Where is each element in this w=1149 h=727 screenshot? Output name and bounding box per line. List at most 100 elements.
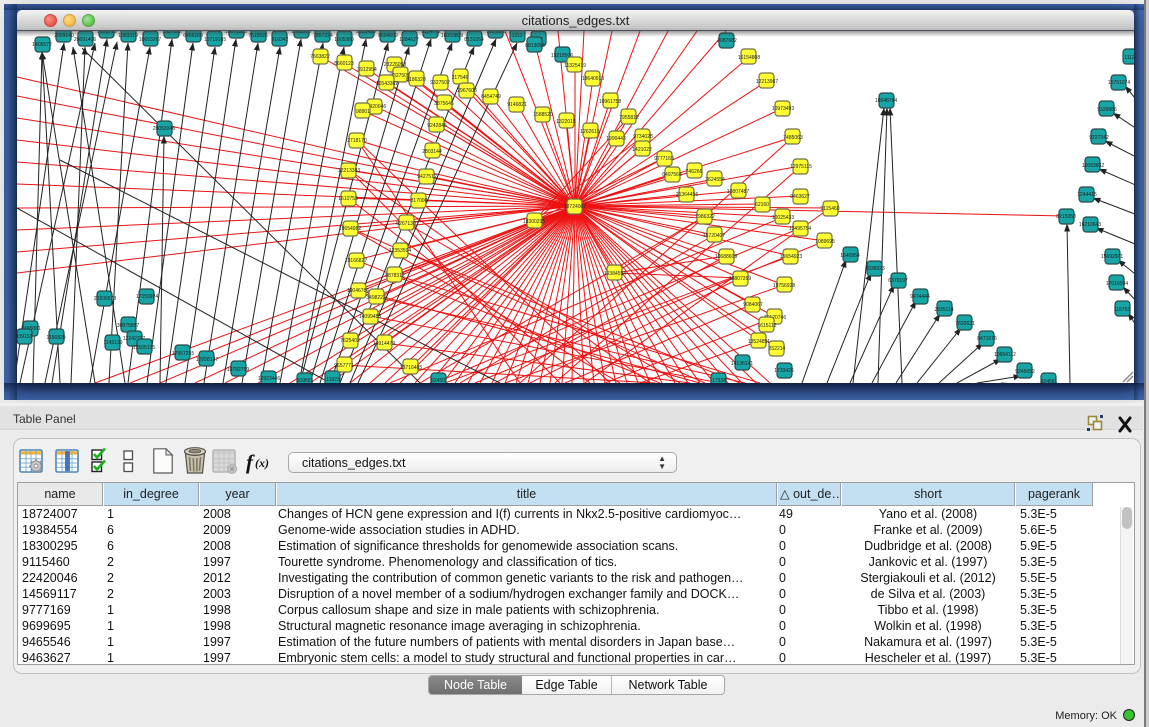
svg-text:10782759: 10782759 <box>227 367 249 373</box>
svg-text:21364456: 21364456 <box>676 192 698 198</box>
svg-text:13716485: 13716485 <box>400 365 422 371</box>
svg-text:16543362: 16543362 <box>376 81 398 87</box>
svg-text:3624554: 3624554 <box>705 177 725 183</box>
svg-text:1421022: 1421022 <box>632 147 652 153</box>
svg-text:16210643: 16210643 <box>1079 222 1101 228</box>
svg-text:9474444: 9474444 <box>910 294 930 300</box>
svg-text:16053809: 16053809 <box>441 33 463 39</box>
svg-text:8186328: 8186328 <box>406 77 426 83</box>
svg-text:9084067: 9084067 <box>743 302 763 308</box>
svg-text:8454749: 8454749 <box>481 94 501 100</box>
svg-text:6466160: 6466160 <box>183 33 203 39</box>
svg-text:20691406: 20691406 <box>74 37 96 43</box>
svg-text:6497568: 6497568 <box>662 172 682 178</box>
svg-text:8694609: 8694609 <box>378 33 398 39</box>
svg-text:14914479: 14914479 <box>373 341 395 347</box>
svg-text:30975887: 30975887 <box>117 323 139 329</box>
svg-text:12213383: 12213383 <box>338 168 360 174</box>
svg-text:1640954: 1640954 <box>840 253 860 259</box>
svg-text:1083319: 1083319 <box>118 33 138 39</box>
svg-text:18640910: 18640910 <box>582 76 604 82</box>
svg-text:9734028: 9734028 <box>633 134 653 140</box>
svg-text:17957255: 17957255 <box>172 351 194 357</box>
svg-text:8131054: 8131054 <box>464 37 484 43</box>
svg-text:8878312: 8878312 <box>385 273 405 279</box>
svg-text:10671355: 10671355 <box>225 31 247 35</box>
svg-text:2967608: 2967608 <box>457 88 477 94</box>
svg-text:7625402: 7625402 <box>340 338 360 344</box>
svg-text:1244415: 1244415 <box>1077 192 1097 198</box>
svg-text:9115460: 9115460 <box>820 206 839 212</box>
svg-text:2087682: 2087682 <box>717 38 737 44</box>
svg-text:1605380: 1605380 <box>334 37 354 43</box>
svg-text:1145139: 1145139 <box>103 340 122 346</box>
svg-text:10025433: 10025433 <box>772 215 794 221</box>
svg-text:2718170: 2718170 <box>347 138 367 144</box>
svg-text:1733426: 1733426 <box>774 368 794 374</box>
svg-text:7663822: 7663822 <box>310 54 330 60</box>
svg-text:19384554: 19384554 <box>604 271 626 277</box>
svg-text:(x): (x) <box>255 456 269 470</box>
svg-text:12093832: 12093832 <box>1082 163 1104 169</box>
svg-text:1093313: 1093313 <box>291 31 311 35</box>
svg-text:13524851: 13524851 <box>748 339 770 345</box>
svg-text:12213967: 12213967 <box>756 79 778 85</box>
svg-text:2069140: 2069140 <box>54 33 74 39</box>
svg-text:7986322: 7986322 <box>695 214 715 220</box>
svg-text:2131456: 2131456 <box>356 31 376 35</box>
svg-text:9245652: 9245652 <box>1015 369 1035 375</box>
svg-text:939153: 939153 <box>17 334 33 340</box>
svg-text:f: f <box>246 450 255 474</box>
svg-text:15751074: 15751074 <box>1108 80 1130 86</box>
svg-text:15692971: 15692971 <box>1101 254 1123 260</box>
svg-text:18300295: 18300295 <box>523 219 545 225</box>
svg-text:10807487: 10807487 <box>727 189 749 195</box>
svg-text:817006: 817006 <box>411 198 428 204</box>
svg-text:10973493: 10973493 <box>772 106 794 112</box>
svg-text:8813054: 8813054 <box>525 43 545 49</box>
svg-text:8471676: 8471676 <box>977 336 997 342</box>
svg-text:19166827: 19166827 <box>345 258 367 264</box>
svg-text:20053346: 20053346 <box>153 126 175 132</box>
svg-text:9463627: 9463627 <box>790 194 810 200</box>
svg-text:7857224: 7857224 <box>313 33 333 39</box>
svg-text:11325419: 11325419 <box>564 63 586 69</box>
svg-text:19756928: 19756928 <box>773 283 795 289</box>
svg-text:9227342: 9227342 <box>1089 135 1109 141</box>
svg-text:746266: 746266 <box>686 169 703 175</box>
svg-text:18724007: 18724007 <box>564 204 586 210</box>
svg-text:16154808: 16154808 <box>738 55 760 61</box>
svg-text:10653267: 10653267 <box>139 37 161 43</box>
svg-text:9427512: 9427512 <box>417 174 437 180</box>
svg-text:10719185: 10719185 <box>204 37 226 43</box>
svg-text:916342: 916342 <box>272 37 289 43</box>
svg-text:7485063: 7485063 <box>783 135 803 141</box>
svg-text:1156829: 1156829 <box>46 335 65 341</box>
svg-text:17359924: 17359924 <box>136 294 158 300</box>
svg-text:217546: 217546 <box>452 75 469 81</box>
svg-text:924561: 924561 <box>1041 379 1058 383</box>
svg-text:252214: 252214 <box>769 346 786 352</box>
svg-text:1262615: 1262615 <box>580 129 600 135</box>
svg-text:7632621: 7632621 <box>955 321 975 327</box>
svg-text:8660123: 8660123 <box>334 61 354 67</box>
svg-text:14099483: 14099483 <box>359 314 381 320</box>
svg-text:14136141: 14136141 <box>731 361 753 367</box>
svg-text:10046786: 10046786 <box>347 288 369 294</box>
svg-text:1089695: 1089695 <box>815 239 835 245</box>
svg-text:17016504: 17016504 <box>1106 281 1128 287</box>
svg-text:18807269: 18807269 <box>729 276 751 282</box>
svg-text:9777169: 9777169 <box>654 156 674 162</box>
svg-text:109581: 109581 <box>297 378 314 383</box>
svg-text:8215958: 8215958 <box>1056 214 1076 220</box>
svg-text:9329966: 9329966 <box>1097 107 1117 113</box>
svg-text:3875645: 3875645 <box>434 101 454 107</box>
svg-text:17334: 17334 <box>712 378 726 383</box>
svg-text:92450: 92450 <box>431 378 445 383</box>
svg-text:16648784: 16648784 <box>875 98 897 104</box>
svg-text:13495754: 13495754 <box>789 226 811 232</box>
svg-text:1311: 1311 <box>512 33 523 39</box>
svg-text:9242845: 9242845 <box>427 123 447 129</box>
svg-text:11923: 11923 <box>326 377 340 383</box>
svg-text:1284627: 1284627 <box>399 37 419 43</box>
